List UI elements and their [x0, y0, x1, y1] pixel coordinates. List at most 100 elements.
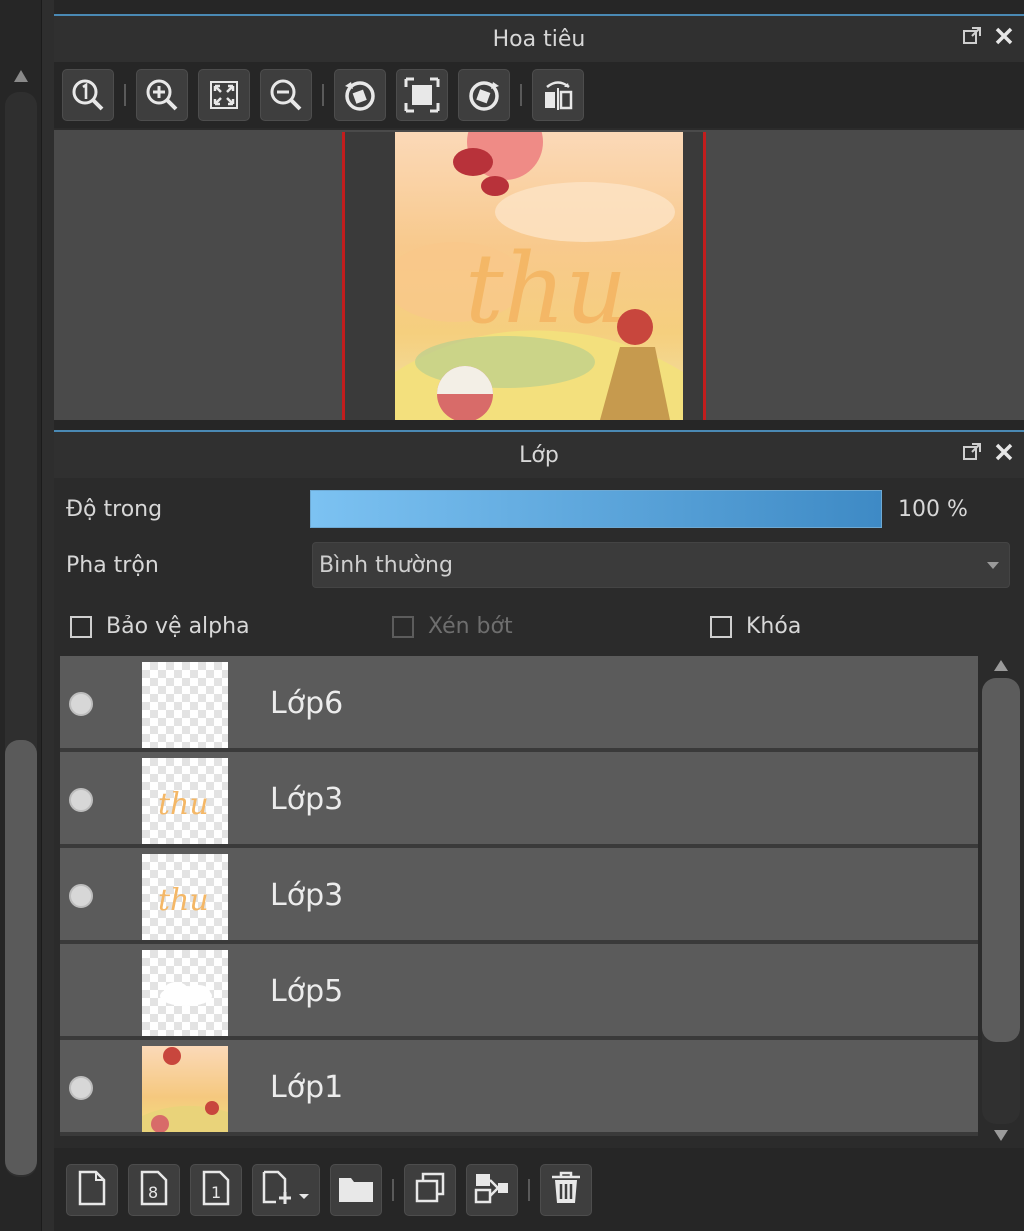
svg-text:8: 8	[148, 1183, 158, 1202]
checkbox-box	[710, 615, 732, 638]
scrollbar-thumb[interactable]	[982, 678, 1020, 1042]
folder-icon	[337, 1172, 375, 1208]
fit-window-button[interactable]	[396, 69, 448, 121]
zoom-in-button[interactable]	[136, 69, 188, 121]
new-1bit-layer-button[interactable]: 1	[190, 1163, 242, 1216]
delete-layer-icon	[549, 1170, 583, 1210]
layer-name: Lớp3	[270, 878, 344, 913]
protect-alpha-checkbox[interactable]: Bảo vệ alpha	[70, 614, 250, 639]
top-strip	[54, 0, 1024, 14]
protect-alpha-label: Bảo vệ alpha	[106, 614, 250, 639]
fit-screen-icon	[206, 77, 242, 113]
layer-title: Lớp	[519, 442, 559, 468]
panel-gutter	[42, 0, 54, 1231]
layer-row[interactable]: Lớp6	[60, 656, 978, 752]
layer-name: Lớp5	[270, 974, 344, 1009]
rotate-left-icon	[341, 76, 379, 114]
layer-name: Lớp1	[270, 1070, 344, 1105]
lock-checkbox[interactable]: Khóa	[710, 614, 801, 639]
flip-horizontal-icon	[539, 76, 577, 114]
opacity-label: Độ trong	[66, 496, 163, 522]
rotate-right-icon	[465, 76, 503, 114]
layer-list: Lớp6 thu Lớp3 thu Lớp3 Lớp5 Lớp1	[60, 656, 978, 1146]
popout-icon[interactable]	[962, 442, 982, 462]
layer-thumbnail: thu	[142, 854, 228, 940]
clipping-label: Xén bớt	[428, 614, 513, 639]
layer-thumbnail: thu	[142, 758, 228, 844]
visibility-toggle[interactable]	[69, 788, 93, 812]
visibility-toggle[interactable]	[69, 692, 93, 716]
new-8bit-layer-button[interactable]: 8	[128, 1163, 180, 1216]
scroll-up-arrow-icon[interactable]	[994, 660, 1008, 671]
layer-row[interactable]: thu Lớp3	[60, 848, 978, 944]
visibility-toggle[interactable]	[69, 1076, 93, 1100]
svg-text:1: 1	[211, 1183, 221, 1202]
toolbar-separator	[124, 84, 126, 106]
lock-label: Khóa	[746, 614, 802, 639]
layer-toolbar: 8 1	[54, 1148, 1024, 1231]
clipping-checkbox[interactable]: Xén bớt	[392, 614, 513, 639]
navigator-toolbar	[54, 62, 1024, 128]
rotate-right-button[interactable]	[458, 69, 510, 121]
new-8bit-layer-icon: 8	[137, 1170, 171, 1210]
close-icon[interactable]	[994, 442, 1014, 462]
layer-row[interactable]: Lớp5	[60, 944, 978, 1040]
flip-horizontal-button[interactable]	[532, 69, 584, 121]
chevron-down-icon	[987, 562, 999, 569]
navigator-panel: Hoa tiêu thu	[54, 14, 1024, 420]
visibility-toggle[interactable]	[69, 884, 93, 908]
layer-name: Lớp6	[270, 686, 344, 721]
rotate-left-button[interactable]	[334, 69, 386, 121]
checkbox-box	[392, 615, 414, 638]
fit-window-icon	[403, 76, 441, 114]
new-folder-button[interactable]	[330, 1163, 382, 1216]
add-layer-menu-button[interactable]	[252, 1163, 320, 1216]
zoom-out-button[interactable]	[260, 69, 312, 121]
merge-down-button[interactable]	[466, 1163, 518, 1216]
navigator-header: Hoa tiêu	[54, 14, 1024, 62]
layer-thumbnail	[142, 1046, 228, 1132]
toolbar-separator	[392, 1178, 394, 1201]
layer-header: Lớp	[54, 430, 1024, 478]
layer-list-scrollbar[interactable]	[982, 656, 1020, 1146]
fit-screen-button[interactable]	[198, 69, 250, 121]
checkbox-box	[70, 615, 92, 638]
toolbar-separator	[528, 1178, 530, 1201]
layer-thumbnail	[142, 662, 228, 748]
layer-name: Lớp3	[270, 782, 344, 817]
zoom-out-icon	[268, 77, 304, 113]
add-layer-menu-icon	[259, 1170, 313, 1210]
close-icon[interactable]	[994, 26, 1014, 46]
new-layer-button[interactable]	[66, 1163, 118, 1216]
merge-down-icon	[473, 1171, 511, 1209]
duplicate-layer-button[interactable]	[404, 1163, 456, 1216]
navigator-title: Hoa tiêu	[492, 26, 586, 52]
blend-mode-value: Bình thường	[319, 552, 453, 578]
new-1bit-layer-icon: 1	[199, 1170, 233, 1210]
canvas-preview: thu	[395, 132, 683, 420]
zoom-in-icon	[144, 77, 180, 113]
blend-label: Pha trộn	[66, 552, 159, 578]
layer-row[interactable]: Lớp1	[60, 1040, 978, 1136]
zoom-actual-icon	[70, 77, 106, 113]
layer-thumbnail	[142, 950, 228, 1036]
view-frame[interactable]: thu	[342, 132, 706, 420]
blend-row: Pha trộn Bình thường	[54, 542, 1024, 588]
opacity-value: 100 %	[898, 496, 968, 522]
popout-icon[interactable]	[962, 26, 982, 46]
zoom-actual-button[interactable]	[62, 69, 114, 121]
toolbar-separator	[322, 84, 324, 106]
scroll-up-arrow-icon[interactable]	[14, 70, 28, 82]
delete-layer-button[interactable]	[540, 1163, 592, 1216]
blend-mode-select[interactable]: Bình thường	[312, 542, 1010, 588]
opacity-row: Độ trong 100 %	[54, 484, 1024, 534]
thumb-art-text: thu	[158, 787, 209, 822]
scroll-down-arrow-icon[interactable]	[994, 1130, 1008, 1141]
layer-panel: Lớp Độ trong 100 % Pha trộn Bình thường …	[54, 430, 1024, 1231]
navigator-viewport[interactable]: thu	[54, 130, 1024, 420]
toolbar-separator	[520, 84, 522, 106]
canvas-art-text: thu	[465, 233, 627, 345]
opacity-slider[interactable]	[310, 490, 882, 528]
layer-row[interactable]: thu Lớp3	[60, 752, 978, 848]
left-scrollbar-thumb[interactable]	[5, 740, 37, 1175]
